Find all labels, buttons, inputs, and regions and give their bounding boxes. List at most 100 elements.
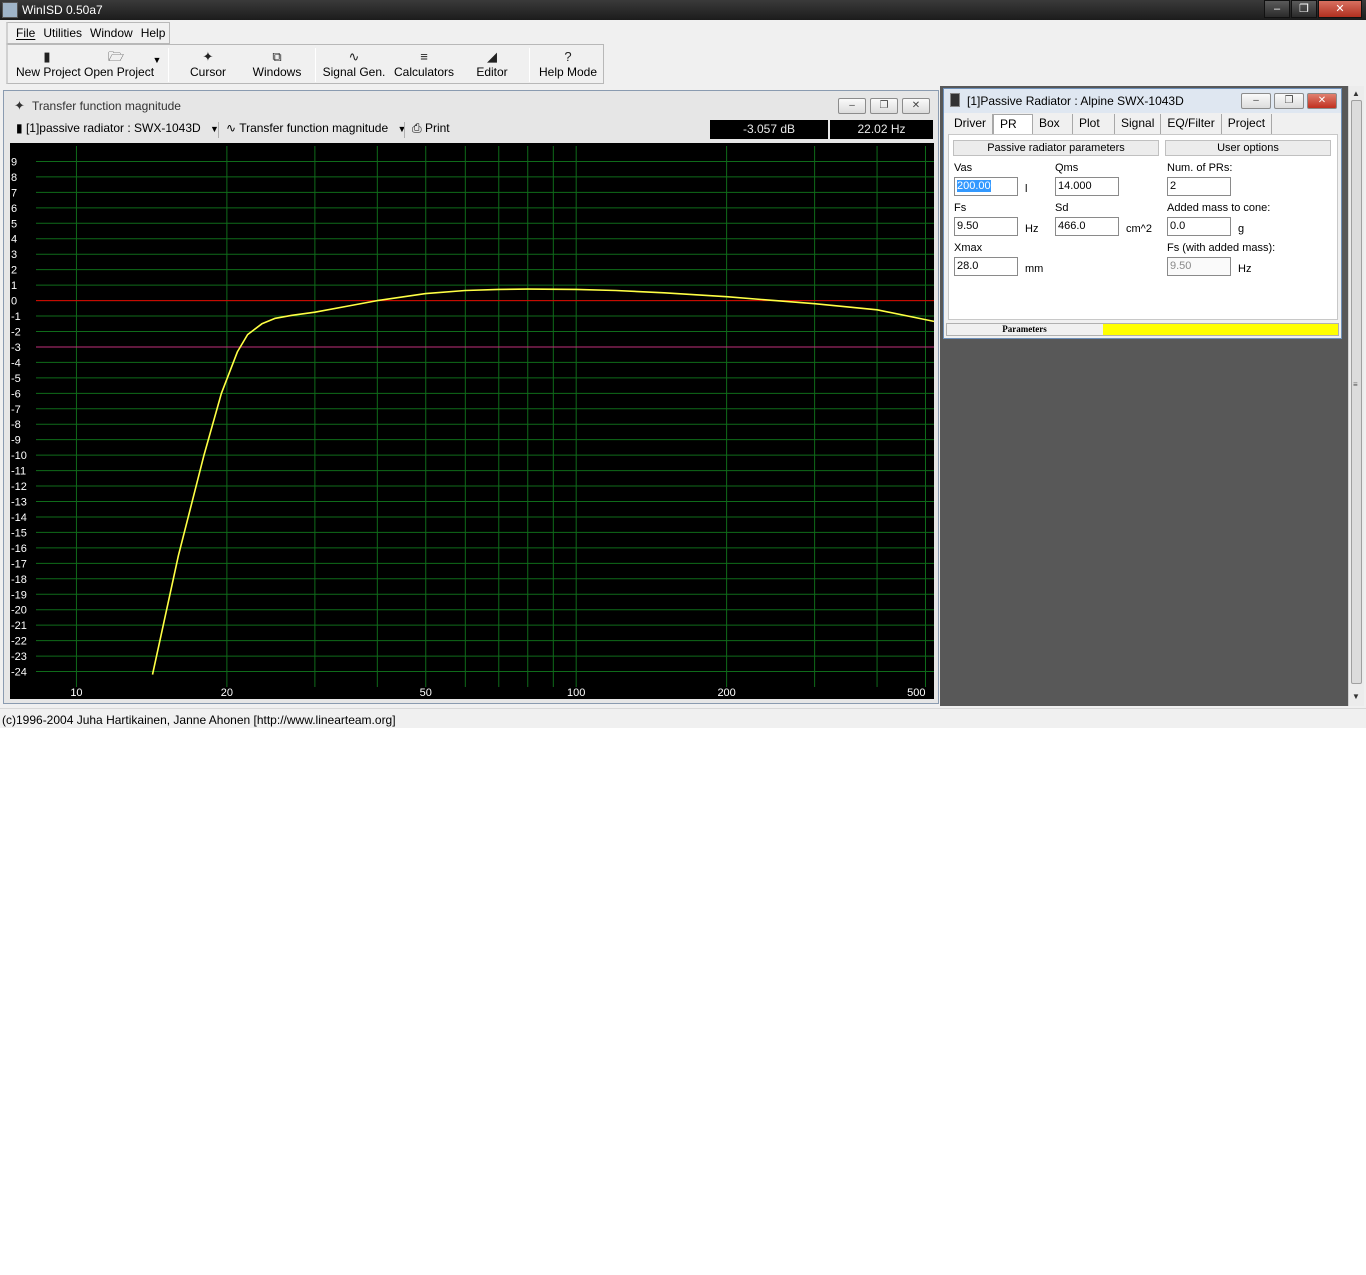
vertical-scrollbar[interactable]: ▲ ≡ ▼ bbox=[1348, 86, 1364, 706]
fs-unit: Hz bbox=[1025, 223, 1039, 235]
added-mass-label: Added mass to cone: bbox=[1167, 202, 1271, 214]
menu-help[interactable]: Help bbox=[137, 23, 170, 43]
speaker-icon: ◢ bbox=[487, 49, 497, 64]
windows-button[interactable]: ⧉ Windows bbox=[246, 47, 308, 83]
close-icon[interactable]: ✕ bbox=[1318, 0, 1362, 18]
section-user-options: User options bbox=[1165, 140, 1331, 156]
xmax-field[interactable]: 28.0 bbox=[954, 257, 1018, 276]
tab-pr[interactable]: PR bbox=[993, 114, 1033, 134]
main-toolbar: ▮ New Project 🗁 Open Project ▼ ✦ Cursor … bbox=[6, 44, 604, 84]
y-tick-label: -15 bbox=[11, 527, 27, 539]
y-tick-label: -5 bbox=[11, 373, 21, 385]
tab-eq-filter[interactable]: EQ/Filter bbox=[1161, 114, 1222, 134]
y-tick-label: 9 bbox=[11, 156, 17, 168]
passive-radiator-window: [1]Passive Radiator : Alpine SWX-1043D –… bbox=[943, 88, 1342, 339]
graph-window-titlebar: ✦ Transfer function magnitude – ❐ ✕ bbox=[4, 91, 938, 117]
menu-window[interactable]: Window bbox=[86, 23, 137, 43]
qms-field[interactable]: 14.000 bbox=[1055, 177, 1119, 196]
y-tick-label: -22 bbox=[11, 636, 27, 648]
print-button[interactable]: ⎙ Print bbox=[412, 121, 450, 136]
y-tick-label: -18 bbox=[11, 574, 27, 586]
added-mass-field[interactable]: 0.0 bbox=[1167, 217, 1231, 236]
y-tick-label: -11 bbox=[11, 466, 26, 478]
y-tick-label: -14 bbox=[11, 512, 27, 524]
fs-field[interactable]: 9.50 bbox=[954, 217, 1018, 236]
tab-box[interactable]: Box bbox=[1033, 114, 1073, 134]
y-tick-label: -2 bbox=[11, 326, 21, 338]
x-tick-label: 20 bbox=[221, 687, 233, 699]
close-icon[interactable]: ✕ bbox=[902, 98, 930, 114]
windows-icon: ⧉ bbox=[272, 49, 282, 64]
graph-window-title: Transfer function magnitude bbox=[32, 99, 181, 113]
qms-label: Qms bbox=[1055, 162, 1079, 174]
graph-type-select[interactable]: ∿ Transfer function magnitude ▼ bbox=[226, 121, 406, 135]
y-tick-label: -17 bbox=[11, 558, 27, 570]
y-tick-label: 8 bbox=[11, 172, 17, 184]
y-tick-label: -8 bbox=[11, 419, 21, 431]
help-question-icon: ? bbox=[564, 49, 572, 64]
y-tick-label: 4 bbox=[11, 234, 17, 246]
close-icon[interactable]: ✕ bbox=[1307, 93, 1337, 109]
maximize-icon[interactable]: ❐ bbox=[1291, 0, 1317, 18]
minimize-icon[interactable]: – bbox=[1264, 0, 1290, 18]
app-icon bbox=[2, 2, 18, 18]
y-tick-label: -4 bbox=[11, 357, 21, 369]
help-mode-button[interactable]: ? Help Mode bbox=[538, 47, 598, 83]
tab-signal[interactable]: Signal bbox=[1115, 114, 1162, 134]
tab-driver[interactable]: Driver bbox=[948, 114, 993, 134]
open-project-dropdown-icon[interactable]: ▼ bbox=[151, 55, 163, 91]
restore-icon[interactable]: ❐ bbox=[1274, 93, 1304, 109]
graph-window-controls: – ❐ ✕ bbox=[834, 98, 930, 114]
pr-window-title: [1]Passive Radiator : Alpine SWX-1043D bbox=[967, 94, 1184, 108]
plot-area[interactable]: 9 8 7 6 5 4 3 2 1 0 -1 -2 -3 -4 -5 -6 -7 -8 -9 -10 -11 -12 -13… bbox=[10, 143, 934, 699]
x-tick-label: 100 bbox=[567, 687, 585, 699]
cursor-button[interactable]: ✦ Cursor bbox=[180, 47, 236, 83]
y-tick-label: 3 bbox=[11, 249, 17, 261]
section-passive-radiator-parameters: Passive radiator parameters bbox=[953, 140, 1159, 156]
menu-file[interactable]: File bbox=[12, 23, 39, 43]
x-tick-label: 50 bbox=[420, 687, 432, 699]
x-tick-label: 10 bbox=[70, 687, 82, 699]
tab-project[interactable]: Project bbox=[1221, 114, 1273, 134]
x-tick-label: 500 bbox=[907, 687, 925, 699]
num-prs-field[interactable]: 2 bbox=[1167, 177, 1231, 196]
tab-plot[interactable]: Plot bbox=[1073, 114, 1115, 134]
toolbar-separator bbox=[529, 48, 530, 82]
open-folder-icon: 🗁 bbox=[107, 49, 125, 64]
window-controls: – ❐ ✕ bbox=[1263, 0, 1362, 18]
y-tick-label: 1 bbox=[11, 280, 17, 292]
editor-button[interactable]: ◢ Editor bbox=[466, 47, 518, 83]
y-tick-label: -6 bbox=[11, 388, 21, 400]
sine-wave-icon: ∿ bbox=[348, 49, 360, 64]
added-mass-unit: g bbox=[1238, 223, 1245, 235]
menu-frame: File Utilities Window Help bbox=[6, 22, 171, 44]
y-tick-label: -1 bbox=[11, 311, 21, 323]
pr-status-label: Parameters bbox=[947, 324, 1102, 335]
scroll-down-icon[interactable]: ▼ bbox=[1352, 692, 1360, 701]
calculators-button[interactable]: ≡ Calculators bbox=[392, 47, 456, 83]
scroll-thumb[interactable] bbox=[1351, 100, 1362, 684]
menu-utilities[interactable]: Utilities bbox=[39, 23, 86, 43]
open-project-button[interactable]: 🗁 Open Project bbox=[84, 47, 154, 83]
y-tick-label: -7 bbox=[11, 404, 21, 416]
fs-added-unit: Hz bbox=[1238, 263, 1252, 275]
sd-unit: cm^2 bbox=[1126, 223, 1152, 235]
y-tick-label: -20 bbox=[11, 605, 27, 617]
new-project-button[interactable]: ▮ New Project bbox=[16, 47, 81, 83]
project-select[interactable]: ▮ [1]passive radiator : SWX-1043D ▼ bbox=[16, 121, 219, 135]
speaker-icon bbox=[950, 93, 960, 107]
sd-label: Sd bbox=[1055, 202, 1069, 214]
sd-field[interactable]: 466.0 bbox=[1055, 217, 1119, 236]
y-tick-label: 6 bbox=[11, 203, 17, 215]
minimize-icon[interactable]: – bbox=[838, 98, 866, 114]
toolbar-separator bbox=[168, 48, 169, 82]
graph-toolbar: ▮ [1]passive radiator : SWX-1043D ▼ ∿ Tr… bbox=[12, 119, 934, 141]
vas-field[interactable]: 200.00 bbox=[954, 177, 1018, 196]
restore-icon[interactable]: ❐ bbox=[870, 98, 898, 114]
xmax-label: Xmax bbox=[954, 242, 983, 254]
minimize-icon[interactable]: – bbox=[1241, 93, 1271, 109]
y-tick-label: 7 bbox=[11, 187, 17, 199]
xmax-unit: mm bbox=[1025, 263, 1044, 275]
scroll-up-icon[interactable]: ▲ bbox=[1352, 89, 1360, 98]
signal-gen-button[interactable]: ∿ Signal Gen. bbox=[322, 47, 386, 83]
